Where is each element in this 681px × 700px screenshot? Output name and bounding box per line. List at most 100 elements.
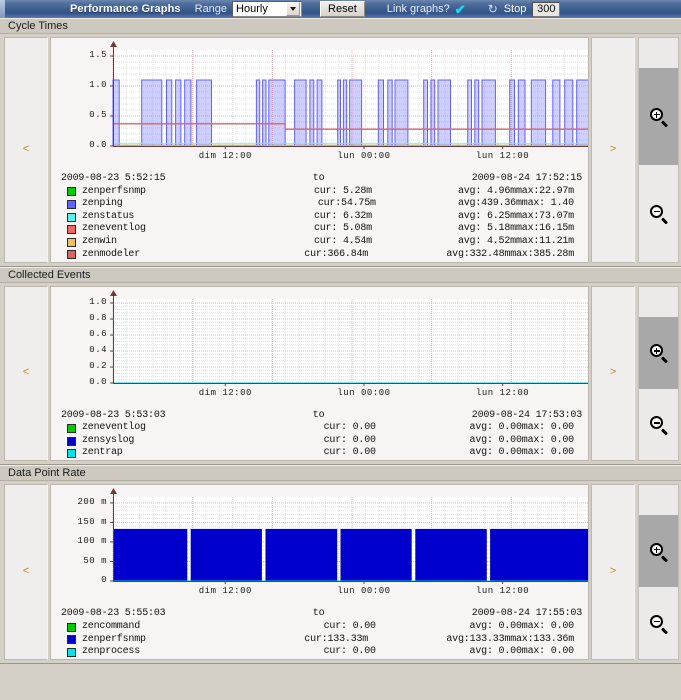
zoom-in-button[interactable] (639, 317, 678, 389)
magnifier-minus-icon (650, 416, 667, 433)
y-axis-tick-label: 150 m (77, 517, 107, 527)
legend-avg: avg:332.48m (368, 249, 510, 262)
magnifier-minus-icon (650, 205, 667, 222)
legend-name: zencommand (82, 621, 230, 634)
next-period-button[interactable]: > (591, 286, 635, 462)
legend-range-to: to (165, 410, 471, 423)
graph-legend: 2009-08-23 5:55:03to2009-08-24 17:55:03z… (51, 607, 588, 660)
next-period-button[interactable]: > (591, 37, 635, 263)
refresh-controls: ↻ Stop 300 (488, 2, 561, 17)
legend-name: zenwin (82, 236, 228, 249)
legend-max: max: 1.40 (522, 198, 582, 211)
panel-body: <1.00.80.60.40.20.0dim 12:00lun 00:00lun… (0, 283, 681, 465)
legend-color-swatch (67, 648, 76, 657)
refresh-icon[interactable]: ↻ (488, 3, 501, 16)
legend-time-range: 2009-08-23 5:55:03to2009-08-24 17:55:03 (57, 608, 582, 621)
legend-name: zentrap (82, 447, 230, 460)
legend-row: zenwincur: 4.54mavg: 4.52mmax:11.21m (57, 236, 582, 249)
legend-row: zencommandcur: 0.00avg: 0.00max: 0.00 (57, 621, 582, 634)
legend-max: max: 0.00 (522, 646, 582, 659)
panel-title: Cycle Times (0, 18, 681, 34)
range-select[interactable]: Hourly (232, 1, 302, 17)
y-axis-tick-label: 100 m (77, 536, 107, 546)
legend-avg: avg: 6.25m (372, 211, 516, 224)
legend-max: max:73.07m (516, 211, 582, 224)
legend-avg: avg: 5.18m (372, 223, 516, 236)
zoom-in-button[interactable] (639, 515, 678, 587)
stop-button[interactable]: Stop (504, 3, 527, 15)
zoom-out-button[interactable] (639, 587, 678, 659)
prev-period-button[interactable]: < (4, 286, 48, 462)
zoom-out-button[interactable] (639, 165, 678, 262)
reset-button[interactable]: Reset (320, 1, 365, 17)
y-axis-tick-label: 1.5 (89, 50, 107, 60)
legend-max: max:11.21m (516, 236, 582, 249)
legend-row: zenperfsnmpcur: 5.28mavg: 4.96mmax:22.97… (57, 186, 582, 199)
legend-row: zenprocesscur: 0.00avg: 0.00max: 0.00 (57, 646, 582, 659)
y-axis-tick-label: 0 (101, 575, 107, 585)
magnifier-minus-icon (650, 615, 667, 632)
zoom-out-button[interactable] (639, 389, 678, 461)
legend-name: zeneventlog (82, 223, 228, 236)
legend-time-range: 2009-08-23 5:52:15to2009-08-24 17:52:15 (57, 173, 582, 186)
refresh-interval-input[interactable]: 300 (532, 2, 560, 17)
prev-period-button[interactable]: < (4, 37, 48, 263)
y-axis-tick-label: 0.5 (89, 110, 107, 120)
x-axis-tick-label: dim 12:00 (199, 586, 252, 596)
legend-range-to: to (165, 608, 471, 621)
legend-range-from: 2009-08-23 5:55:03 (61, 608, 165, 621)
graph-panel: Collected Events<1.00.80.60.40.20.0dim 1… (0, 267, 681, 466)
prev-period-button[interactable]: < (4, 484, 48, 660)
range-select-value: Hourly (236, 3, 286, 15)
legend-color-swatch (67, 187, 76, 196)
legend-cur: cur:366.84m (226, 249, 368, 262)
rrd-graph[interactable]: 1.51.00.50.0dim 12:00lun 00:00lun 12:00R… (51, 38, 589, 172)
y-axis-tick-label: 0.2 (89, 361, 107, 371)
legend-row: zeneventlogcur: 0.00avg: 0.00max: 0.00 (57, 422, 582, 435)
graph-container: 1.51.00.50.0dim 12:00lun 00:00lun 12:00R… (50, 37, 589, 263)
legend-name: zenperfsnmp (82, 634, 226, 647)
legend-name: zenmodeler (82, 249, 226, 262)
rrd-graph[interactable]: 200 m150 m100 m50 m0dim 12:00lun 00:00lu… (51, 485, 589, 607)
y-axis-tick-label: 0.4 (89, 345, 107, 355)
legend-cur: cur: 5.28m (228, 186, 372, 199)
legend-color-swatch (67, 213, 76, 222)
rrd-graph[interactable]: 1.00.80.60.40.20.0dim 12:00lun 00:00lun … (51, 287, 589, 409)
graph-panels: Cycle Times <1.51.00.50.0dim 12:00lun 00:… (0, 18, 681, 664)
x-axis-tick-label: lun 12:00 (476, 388, 529, 398)
magnifier-plus-icon (650, 344, 667, 361)
legend-max: max:385.28m (510, 249, 582, 262)
page-title: Performance Graphs (70, 3, 181, 15)
graph-panel: Data Point Rate<200 m150 m100 m50 m0dim … (0, 465, 681, 664)
legend-row: zenmodelercur:366.84mavg:332.48mmax:385.… (57, 249, 582, 262)
y-axis-tick-label: 50 m (83, 556, 107, 566)
legend-max: max: 0.00 (522, 447, 582, 460)
link-graphs-checkbox[interactable]: ✔ (455, 3, 466, 16)
legend-max: max:133.36m (510, 634, 582, 647)
zoom-in-button[interactable] (639, 68, 678, 165)
next-period-button[interactable]: > (591, 484, 635, 660)
chevron-down-icon[interactable] (286, 2, 300, 16)
legend-cur: cur: 0.00 (230, 422, 376, 435)
graph-legend: 2009-08-23 5:53:03to2009-08-24 17:53:03z… (51, 409, 588, 462)
legend-row: zenpingcur:54.75mavg:439.36mmax: 1.40 (57, 198, 582, 211)
legend-row: zeneventlogcur: 5.08mavg: 5.18mmax:16.15… (57, 223, 582, 236)
legend-name: zenprocess (82, 646, 230, 659)
legend-avg: avg:439.36m (376, 198, 522, 211)
legend-row: zenperfsnmpcur:133.33mavg:133.33mmax:133… (57, 634, 582, 647)
zoom-spacer (639, 287, 678, 317)
magnifier-plus-icon (650, 108, 667, 125)
x-axis-tick-label: lun 12:00 (476, 586, 529, 596)
legend-cur: cur: 0.00 (230, 435, 376, 448)
x-axis-tick-label: dim 12:00 (199, 388, 252, 398)
legend-avg: avg: 0.00 (376, 621, 522, 634)
legend-cur: cur: 4.54m (228, 236, 372, 249)
legend-color-swatch (67, 635, 76, 644)
legend-range-from: 2009-08-23 5:52:15 (61, 173, 165, 186)
legend-row: zentrapcur: 0.00avg: 0.00max: 0.00 (57, 447, 582, 460)
graph-panel: Cycle Times <1.51.00.50.0dim 12:00lun 00:… (0, 18, 681, 267)
legend-avg: avg: 0.00 (376, 422, 522, 435)
legend-cur: cur:54.75m (230, 198, 376, 211)
legend-name: zenping (82, 198, 230, 211)
legend-avg: avg: 4.96m (372, 186, 516, 199)
